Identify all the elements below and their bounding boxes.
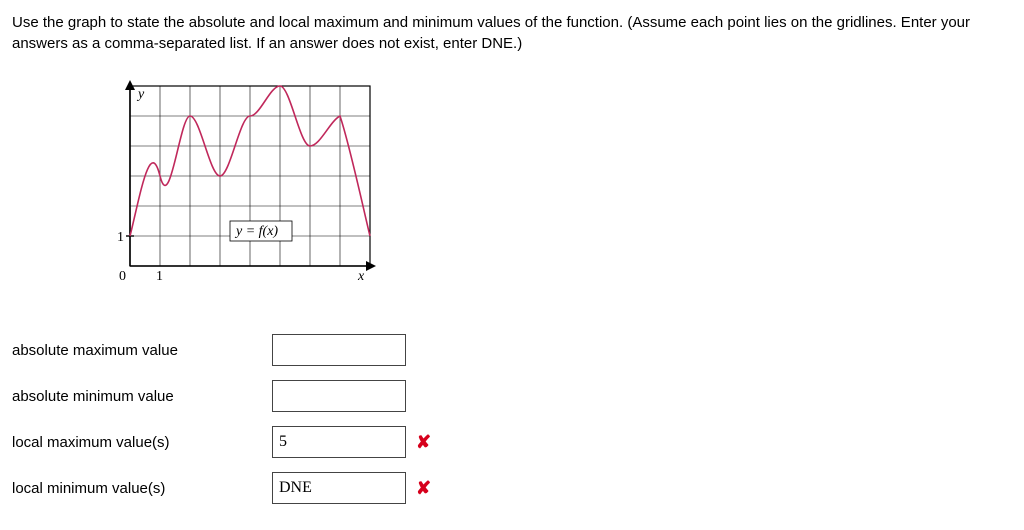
origin-label: 0 xyxy=(119,269,126,284)
input-absolute-min[interactable] xyxy=(272,380,406,412)
input-local-min[interactable] xyxy=(272,472,406,504)
label-local-min: local minimum value(s) xyxy=(12,472,272,504)
y-tick-1: 1 xyxy=(117,230,124,245)
label-absolute-max: absolute maximum value xyxy=(12,334,272,366)
input-absolute-max[interactable] xyxy=(272,334,406,366)
input-local-max[interactable] xyxy=(272,426,406,458)
x-axis-label: x xyxy=(357,269,365,284)
x-tick-1: 1 xyxy=(156,269,163,284)
instructions-text: Use the graph to state the absolute and … xyxy=(12,12,1012,54)
function-graph: y = f(x) y x 1 0 1 xyxy=(90,76,1012,300)
row-local-min: local minimum value(s) ✘ xyxy=(12,472,431,504)
function-label: y = f(x) xyxy=(234,224,278,239)
row-absolute-min: absolute minimum value xyxy=(12,380,431,412)
answers-grid: absolute maximum value absolute minimum … xyxy=(12,320,431,518)
y-axis-label: y xyxy=(136,87,145,102)
label-absolute-min: absolute minimum value xyxy=(12,380,272,412)
wrong-icon: ✘ xyxy=(416,432,431,452)
label-local-max: local maximum value(s) xyxy=(12,426,272,458)
wrong-icon: ✘ xyxy=(416,478,431,498)
row-local-max: local maximum value(s) ✘ xyxy=(12,426,431,458)
row-absolute-max: absolute maximum value xyxy=(12,334,431,366)
